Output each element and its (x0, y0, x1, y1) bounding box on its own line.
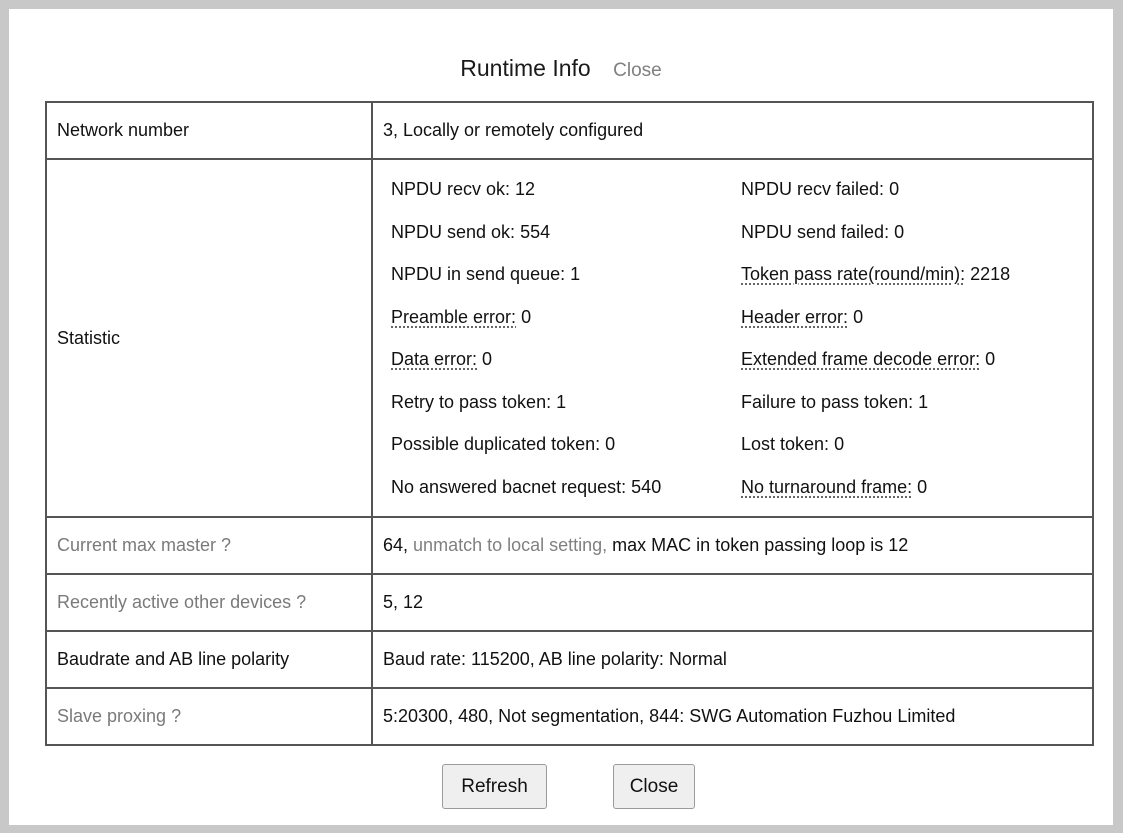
statistic-item-label: NPDU send failed: (741, 221, 890, 242)
max-master-value: 64, unmatch to local setting, max MAC in… (371, 516, 1094, 575)
baudrate-label: Baudrate and AB line polarity (45, 630, 373, 689)
statistic-item: NPDU in send queue: 1 (391, 253, 741, 296)
statistic-item: Possible duplicated token: 0 (391, 423, 741, 466)
statistic-item-value: 1 (918, 391, 929, 412)
statistic-item-value: 0 (917, 476, 928, 497)
statistic-item-label: NPDU recv ok: (391, 179, 511, 199)
statistic-item-value: 0 (482, 349, 493, 369)
statistic-item-label: Retry to pass token: (391, 391, 552, 412)
statistic-item-value: 0 (985, 349, 996, 369)
active-devices-label[interactable]: Recently active other devices ? (45, 573, 373, 632)
statistic-item-label[interactable]: Preamble error: (391, 307, 516, 327)
statistic-item: No answered bacnet request: 540 (391, 466, 741, 509)
statistic-item-label: NPDU send ok: (391, 221, 516, 242)
baudrate-value: Baud rate: 115200, AB line polarity: Nor… (371, 630, 1094, 689)
statistic-item: Header error: 0 (741, 296, 1082, 339)
statistic-item: Failure to pass token: 1 (741, 381, 1082, 424)
statistic-item-value: 1 (570, 264, 581, 284)
statistic-item-value: 0 (889, 179, 900, 199)
statistic-item-value: 12 (515, 179, 536, 199)
dialog-title: Runtime Info (460, 55, 591, 81)
statistic-item: Extended frame decode error: 0 (741, 338, 1082, 381)
statistic-item-value: 1 (556, 391, 567, 412)
statistic-item: Data error: 0 (391, 338, 741, 381)
statistic-item: Retry to pass token: 1 (391, 381, 741, 424)
statistic-item-value: 0 (521, 306, 532, 327)
statistic-item-value: 0 (853, 306, 864, 327)
statistic-item-label: No answered bacnet request: (391, 476, 627, 497)
close-button[interactable]: Close (613, 764, 695, 809)
statistic-item-label: NPDU recv failed: (741, 179, 885, 199)
statistic-item-label: NPDU in send queue: (391, 264, 566, 284)
statistic-item-label: Failure to pass token: (741, 391, 914, 412)
statistic-item-value: 0 (894, 221, 905, 242)
statistic-item-label: Possible duplicated token: (391, 434, 601, 454)
max-master-number: 64, (383, 535, 409, 555)
dialog-header: Runtime Info Close (9, 55, 1113, 82)
statistic-grid: NPDU recv ok: 12 NPDU recv failed: 0 NPDU … (383, 168, 1082, 508)
active-devices-value: 5, 12 (371, 573, 1094, 632)
statistic-item-label: Lost token: (741, 434, 830, 454)
statistic-item: Preamble error: 0 (391, 296, 741, 339)
statistic-item-label[interactable]: Extended frame decode error: (741, 349, 980, 369)
slave-proxing-value: 5:20300, 480, Not segmentation, 844: SWG… (371, 687, 1094, 746)
max-master-warning: unmatch to local setting, (413, 535, 608, 555)
statistic-item: NPDU recv failed: 0 (741, 168, 1082, 211)
network-number-value: 3, Locally or remotely configured (371, 101, 1094, 160)
table-row-baudrate: Baudrate and AB line polarity Baud rate:… (45, 630, 1094, 689)
statistic-item-value: 0 (605, 434, 616, 454)
statistic-item: NPDU recv ok: 12 (391, 168, 741, 211)
max-master-loop-info: max MAC in token passing loop is 12 (612, 535, 909, 555)
statistic-item-label[interactable]: Token pass rate(round/min): (741, 264, 965, 284)
statistic-item: Lost token: 0 (741, 423, 1082, 466)
table-row-network: Network number 3, Locally or remotely co… (45, 101, 1094, 160)
header-close-link[interactable]: Close (613, 60, 662, 81)
statistic-item: NPDU send ok: 554 (391, 211, 741, 254)
statistic-item-value: 0 (834, 434, 845, 454)
statistic-item-label[interactable]: Header error: (741, 307, 848, 327)
max-master-label[interactable]: Current max master ? (45, 516, 373, 575)
table-row-max-master: Current max master ? 64, unmatch to loca… (45, 516, 1094, 575)
network-number-label: Network number (45, 101, 373, 160)
runtime-info-dialog: Runtime Info Close Network number 3, Loc… (9, 9, 1113, 825)
slave-proxing-label[interactable]: Slave proxing ? (45, 687, 373, 746)
statistic-label: Statistic (45, 158, 373, 518)
statistic-item: No turnaround frame: 0 (741, 466, 1082, 509)
statistic-item-label[interactable]: No turnaround frame: (741, 477, 912, 497)
table-row-statistic: Statistic NPDU recv ok: 12 NPDU recv fail… (45, 158, 1094, 518)
runtime-info-table: Network number 3, Locally or remotely co… (45, 101, 1094, 746)
refresh-button[interactable]: Refresh (442, 764, 547, 809)
statistic-item-value: 554 (520, 221, 551, 242)
statistic-value-cell: NPDU recv ok: 12 NPDU recv failed: 0 NPDU … (371, 158, 1094, 518)
table-row-slave-proxing: Slave proxing ? 5:20300, 480, Not segmen… (45, 687, 1094, 746)
statistic-item-label[interactable]: Data error: (391, 349, 477, 369)
statistic-item-value: 2218 (970, 264, 1011, 284)
statistic-item-value: 540 (631, 476, 662, 497)
statistic-item: Token pass rate(round/min): 2218 (741, 253, 1082, 296)
table-row-active-devices: Recently active other devices ? 5, 12 (45, 573, 1094, 632)
statistic-item: NPDU send failed: 0 (741, 211, 1082, 254)
